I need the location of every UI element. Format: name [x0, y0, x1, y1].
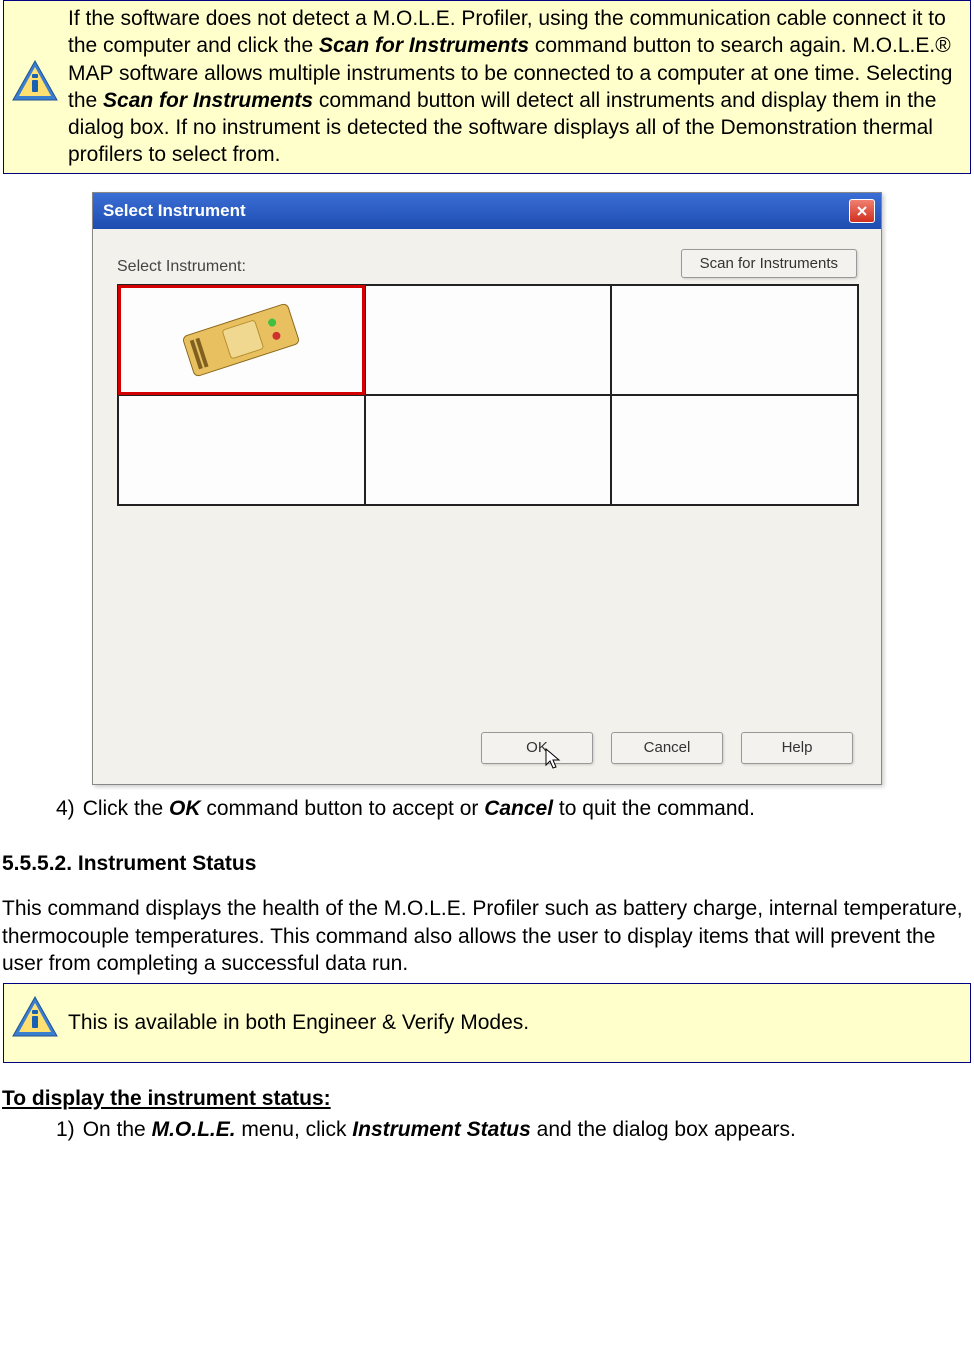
mole-term: M.O.L.E. — [152, 1118, 236, 1141]
instrument-cell-empty[interactable] — [365, 285, 612, 395]
text: Click the — [83, 797, 169, 820]
procedure-heading: To display the instrument status: — [2, 1085, 974, 1112]
step-number: 1) — [56, 1116, 75, 1143]
dialog-empty-area — [117, 506, 857, 726]
help-button[interactable]: Help — [741, 732, 853, 764]
text: to quit the command. — [553, 797, 755, 820]
info-note-1: If the software does not detect a M.O.L.… — [3, 0, 971, 174]
dialog-button-row: OK Cancel Help — [117, 726, 857, 770]
select-instrument-label: Select Instrument: — [117, 257, 246, 278]
step-text: Click the OK command button to accept or… — [83, 795, 755, 822]
instrument-cell-empty[interactable] — [611, 395, 858, 505]
ok-button[interactable]: OK — [481, 732, 593, 764]
scan-for-instruments-term: Scan for Instruments — [319, 34, 529, 57]
step-text: On the M.O.L.E. menu, click Instrument S… — [83, 1116, 796, 1143]
scan-for-instruments-term: Scan for Instruments — [103, 89, 313, 112]
body-paragraph: This command displays the health of the … — [2, 895, 972, 977]
info-text-1: If the software does not detect a M.O.L.… — [68, 5, 964, 169]
info-note-2: This is available in both Engineer & Ver… — [3, 983, 971, 1062]
cancel-button[interactable]: Cancel — [611, 732, 723, 764]
instrument-grid — [117, 284, 859, 506]
scan-for-instruments-button[interactable]: Scan for Instruments — [681, 249, 857, 279]
text: On the — [83, 1118, 152, 1141]
instrument-cell-empty[interactable] — [611, 285, 858, 395]
text: command button to accept or — [201, 797, 485, 820]
select-instrument-dialog: Select Instrument Select Instrument: Sca… — [92, 192, 882, 785]
instrument-cell-selected[interactable] — [118, 285, 365, 395]
dialog-titlebar: Select Instrument — [93, 193, 881, 229]
dialog-body: Select Instrument: Scan for Instruments — [93, 229, 881, 784]
step-1: 1) On the M.O.L.E. menu, click Instrumen… — [56, 1116, 974, 1143]
close-button[interactable] — [849, 199, 875, 223]
cancel-term: Cancel — [484, 797, 553, 820]
cursor-icon — [544, 747, 566, 773]
text: and the dialog box appears. — [531, 1118, 796, 1141]
info-icon — [10, 994, 60, 1051]
step-4: 4) Click the OK command button to accept… — [56, 795, 974, 822]
dialog-title: Select Instrument — [103, 200, 246, 222]
info-icon — [10, 58, 60, 115]
text: menu, click — [236, 1118, 353, 1141]
dialog-screenshot-wrap: Select Instrument Select Instrument: Sca… — [0, 192, 974, 785]
instrument-status-term: Instrument Status — [352, 1118, 531, 1141]
instrument-cell-empty[interactable] — [365, 395, 612, 505]
ok-term: OK — [169, 797, 201, 820]
step-number: 4) — [56, 795, 75, 822]
section-heading: 5.5.5.2. Instrument Status — [2, 850, 974, 877]
profiler-device-icon — [156, 295, 326, 385]
instrument-cell-empty[interactable] — [118, 395, 365, 505]
info-text-2: This is available in both Engineer & Ver… — [68, 1009, 964, 1036]
